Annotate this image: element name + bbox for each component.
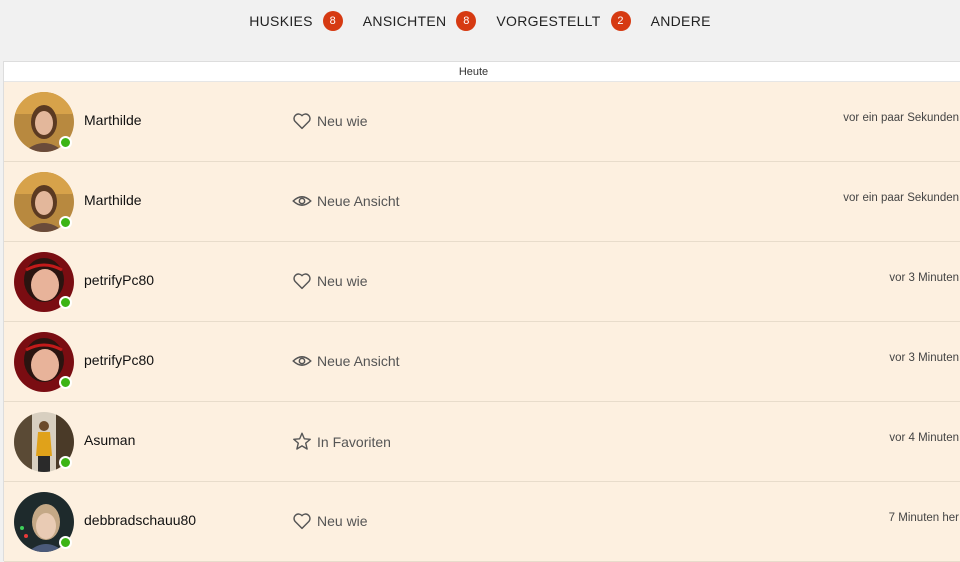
action-text: Neue Ansicht [317,353,400,369]
avatar[interactable] [14,92,74,152]
tab-label: ANSICHTEN [362,13,447,29]
username[interactable]: Marthilde [84,192,142,208]
online-indicator [59,536,72,549]
avatar[interactable] [14,332,74,392]
avatar[interactable] [14,252,74,312]
list-item[interactable]: Marthilde Neue Ansicht vor ein paar Seku… [4,162,960,242]
eye-icon [292,356,312,366]
list-item[interactable]: debbradschauu80 Neu wie 7 Minuten her [4,482,960,562]
online-indicator [59,216,72,229]
timestamp: vor 3 Minuten [889,352,959,364]
heart-icon [293,273,311,290]
tab-label: HUSKIES [249,13,313,29]
action-label: Neu wie [292,112,368,130]
list-item[interactable]: petrifyPc80 Neu wie vor 3 Minuten [4,242,960,322]
avatar[interactable] [14,172,74,232]
tab-andere[interactable]: ANDERE [651,13,711,29]
username[interactable]: Asuman [84,432,135,448]
tab-label: VORGESTELLT [496,13,601,29]
online-indicator [59,376,72,389]
timestamp: vor 3 Minuten [889,272,959,284]
action-text: Neu wie [317,113,368,129]
timestamp: vor ein paar Sekunden [843,112,959,124]
action-text: In Favoriten [317,433,391,450]
notification-tabs: HUSKIES 8 ANSICHTEN 8 VORGESTELLT 2 ANDE… [0,0,960,42]
username[interactable]: petrifyPc80 [84,272,154,288]
tab-huskies[interactable]: HUSKIES 8 [249,11,343,31]
timestamp: 7 Minuten her [888,512,959,524]
count-badge: 2 [610,11,631,31]
heart-icon [293,113,311,130]
action-label: Neue Ansicht [292,192,400,210]
tab-label: ANDERE [650,13,711,29]
avatar[interactable] [14,492,74,552]
timestamp: vor 4 Minuten [889,432,959,444]
online-indicator [59,296,72,309]
action-label: Neu wie [292,272,368,290]
list-item[interactable]: Marthilde Neu wie vor ein paar Sekunden [4,82,960,162]
day-header: Heute [4,62,960,82]
online-indicator [59,136,72,149]
action-text: Neue Ansicht [317,193,400,209]
action-label: In Favoriten [292,432,391,451]
list-item[interactable]: Asuman In Favoriten vor 4 Minuten [4,402,960,482]
username[interactable]: debbradschauu80 [84,512,196,528]
count-badge: 8 [456,11,477,31]
tab-vorgestellt[interactable]: VORGESTELLT 2 [496,11,631,31]
username[interactable]: Marthilde [84,112,142,128]
list-item[interactable]: petrifyPc80 Neue Ansicht vor 3 Minuten [4,322,960,402]
notification-list: Heute Marthilde Neu wie vor ein paar Sek… [3,61,960,562]
action-label: Neue Ansicht [292,352,400,370]
action-label: Neu wie [292,512,368,530]
star-icon [293,432,311,450]
eye-icon [292,196,312,206]
action-text: Neu wie [317,273,368,289]
online-indicator [59,456,72,469]
username[interactable]: petrifyPc80 [84,352,154,368]
action-text: Neu wie [317,513,368,529]
avatar[interactable] [14,412,74,472]
tab-ansichten[interactable]: ANSICHTEN 8 [363,11,477,31]
count-badge: 8 [322,11,343,31]
timestamp: vor ein paar Sekunden [843,192,959,204]
heart-icon [293,513,311,530]
